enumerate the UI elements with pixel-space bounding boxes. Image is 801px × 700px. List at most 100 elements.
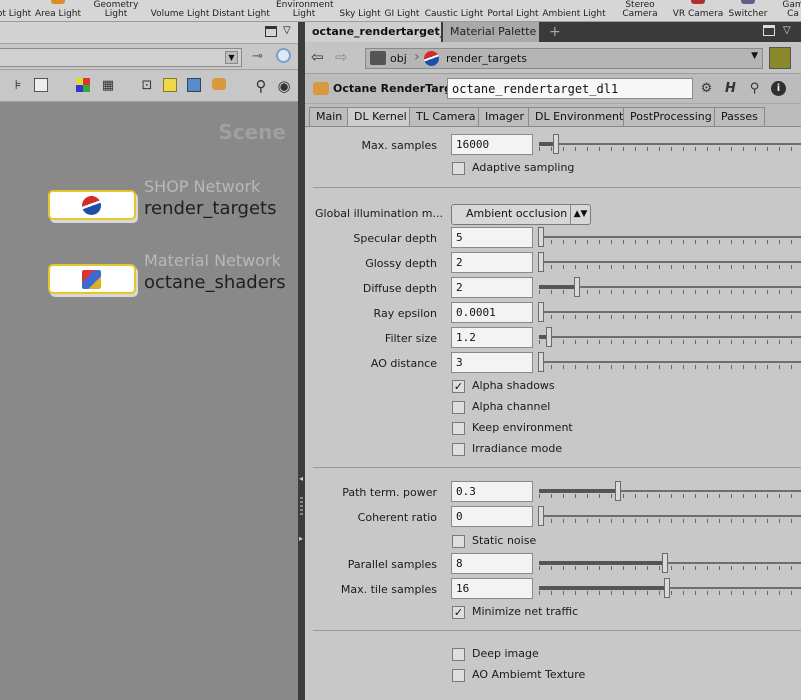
parallel-samples-slider[interactable] xyxy=(539,553,801,573)
alpha-shadows-checkbox[interactable]: ✓ xyxy=(452,380,465,393)
color-palette-icon[interactable] xyxy=(76,78,90,92)
ray-epsilon-field[interactable]: 0.0001 xyxy=(451,302,533,323)
search-icon[interactable]: ⚲ xyxy=(747,81,762,96)
shelf-tool-stereo-camera[interactable]: Stereo Camera xyxy=(618,0,662,21)
ao-distance-slider[interactable] xyxy=(538,352,801,372)
tab-tl-camera[interactable]: TL Camera xyxy=(409,107,483,127)
help-h-icon[interactable]: H xyxy=(723,81,738,96)
alpha-channel-checkbox[interactable] xyxy=(452,401,465,414)
shelf-tool-gi-light[interactable]: GI Light xyxy=(384,0,420,21)
collapse-right-icon[interactable]: ▸ xyxy=(299,534,303,543)
max-samples-slider[interactable] xyxy=(539,134,801,154)
search-icon[interactable]: ⚲ xyxy=(253,78,269,94)
path-term-power-field[interactable]: 0.3 xyxy=(451,481,533,502)
maximize-pane-icon[interactable] xyxy=(763,25,775,36)
slider-handle[interactable] xyxy=(553,134,559,154)
shelf-tool-ambient-light[interactable]: Ambient Light xyxy=(542,0,605,21)
shelf-tool-geometry-light[interactable]: Geometry Light xyxy=(92,0,140,21)
slider-handle[interactable] xyxy=(664,578,670,598)
adaptive-sampling-checkbox[interactable] xyxy=(452,162,465,175)
shelf-tool-area-light[interactable]: Area Light xyxy=(35,0,81,21)
filter-size-field[interactable]: 1.2 xyxy=(451,327,533,348)
tab-main[interactable]: Main xyxy=(309,107,350,127)
tab-rendertarget[interactable]: octane_rendertarget_... xyxy=(305,22,441,42)
tab-dl-environment[interactable]: DL Environment xyxy=(528,107,631,127)
max-tile-samples-field[interactable]: 16 xyxy=(451,578,533,599)
ao-ambient-texture-checkbox[interactable] xyxy=(452,669,465,682)
specular-depth-field[interactable]: 5 xyxy=(451,227,533,248)
slider-handle[interactable] xyxy=(538,252,544,272)
path-breadcrumb[interactable]: obj › render_targets ▼ xyxy=(365,48,763,69)
max-samples-field[interactable]: 16000 xyxy=(451,134,533,155)
node-name-field[interactable]: octane_rendertarget_dl1 xyxy=(447,78,693,99)
dot-node-icon[interactable] xyxy=(212,78,226,90)
shelf-tool-volume-light[interactable]: Volume Light xyxy=(151,0,210,21)
slider-handle[interactable] xyxy=(574,277,580,297)
node-name-label[interactable]: render_targets xyxy=(144,198,277,219)
node-render-targets[interactable] xyxy=(48,190,136,220)
link-target-icon[interactable] xyxy=(276,48,291,63)
tab-passes[interactable]: Passes xyxy=(714,107,765,127)
shelf-tool-caustic-light[interactable]: Caustic Light xyxy=(425,0,484,21)
path-term-power-slider[interactable] xyxy=(539,481,801,501)
deep-image-checkbox[interactable] xyxy=(452,648,465,661)
gear-icon[interactable]: ⚙ xyxy=(699,81,714,96)
coherent-ratio-field[interactable]: 0 xyxy=(451,506,533,527)
node-name-label[interactable]: octane_shaders xyxy=(144,272,286,293)
parallel-samples-field[interactable]: 8 xyxy=(451,553,533,574)
diffuse-depth-field[interactable]: 2 xyxy=(451,277,533,298)
pane-menu-icon[interactable]: ▽ xyxy=(283,25,291,36)
shelf-tool-vr-camera[interactable]: VR Camera xyxy=(673,0,723,21)
glossy-depth-field[interactable]: 2 xyxy=(451,252,533,273)
network-view[interactable]: Scene SHOP Network render_targets Materi… xyxy=(0,102,298,700)
eye-icon[interactable]: ◉ xyxy=(276,78,292,94)
network-box-icon[interactable]: ⊡ xyxy=(139,78,155,94)
shelf-tool-environment-light[interactable]: Environment Light xyxy=(276,0,333,21)
slider-handle[interactable] xyxy=(662,553,668,573)
tree-view-icon[interactable]: ⊧ xyxy=(10,78,26,94)
add-tab-icon[interactable]: + xyxy=(549,24,561,40)
info-icon[interactable]: i xyxy=(771,81,786,96)
keep-environment-checkbox[interactable] xyxy=(452,422,465,435)
collapse-left-icon[interactable]: ◂ xyxy=(299,474,303,483)
network-path-field[interactable]: ▼ xyxy=(0,48,242,67)
breadcrumb-node[interactable]: render_targets xyxy=(446,52,527,65)
glossy-depth-slider[interactable] xyxy=(538,252,801,272)
shelf-tool-switcher[interactable]: Switcher xyxy=(728,0,768,21)
specular-depth-slider[interactable] xyxy=(538,227,801,247)
tab-imager[interactable]: Imager xyxy=(478,107,531,127)
chevron-down-icon[interactable]: ▼ xyxy=(225,51,238,64)
drag-handle[interactable] xyxy=(300,497,303,517)
ray-epsilon-slider[interactable] xyxy=(538,302,801,322)
diffuse-depth-slider[interactable] xyxy=(539,277,801,297)
minimize-net-traffic-checkbox[interactable]: ✓ xyxy=(452,606,465,619)
pin-icon[interactable]: ⊸ xyxy=(252,49,263,64)
slider-handle[interactable] xyxy=(546,327,552,347)
pane-divider[interactable]: ◂ ▸ xyxy=(298,22,305,700)
slider-handle[interactable] xyxy=(538,352,544,372)
sticky-note-icon[interactable] xyxy=(163,78,177,92)
pin-link-icon[interactable] xyxy=(769,47,791,69)
shelf-tool-game-camera[interactable]: Gam Ca xyxy=(778,0,801,21)
shelf-tool-spot-light[interactable]: ot Light xyxy=(0,0,31,21)
forward-arrow-icon[interactable]: ⇨ xyxy=(335,48,348,66)
breadcrumb-obj[interactable]: obj xyxy=(390,52,407,65)
slider-handle[interactable] xyxy=(538,227,544,247)
filter-size-slider[interactable] xyxy=(539,327,801,347)
shelf-tool-distant-light[interactable]: Distant Light xyxy=(212,0,270,21)
max-tile-samples-slider[interactable] xyxy=(539,578,801,598)
tab-dl-kernel[interactable]: DL Kernel xyxy=(347,107,414,128)
image-background-icon[interactable] xyxy=(187,78,201,92)
coherent-ratio-slider[interactable] xyxy=(538,506,801,526)
node-octane-shaders[interactable] xyxy=(48,264,136,294)
pane-menu-icon[interactable]: ▽ xyxy=(783,25,791,36)
maximize-pane-icon[interactable] xyxy=(265,26,277,37)
grid-view-icon[interactable]: ▦ xyxy=(100,78,116,94)
back-arrow-icon[interactable]: ⇦ xyxy=(311,48,324,66)
irradiance-mode-checkbox[interactable] xyxy=(452,443,465,456)
gi-mode-menu[interactable]: Ambient occlusion ▲▼ xyxy=(451,204,591,225)
slider-handle[interactable] xyxy=(538,506,544,526)
ao-distance-field[interactable]: 3 xyxy=(451,352,533,373)
list-view-icon[interactable] xyxy=(34,78,48,92)
tab-material-palette[interactable]: Material Palette xyxy=(443,22,539,42)
